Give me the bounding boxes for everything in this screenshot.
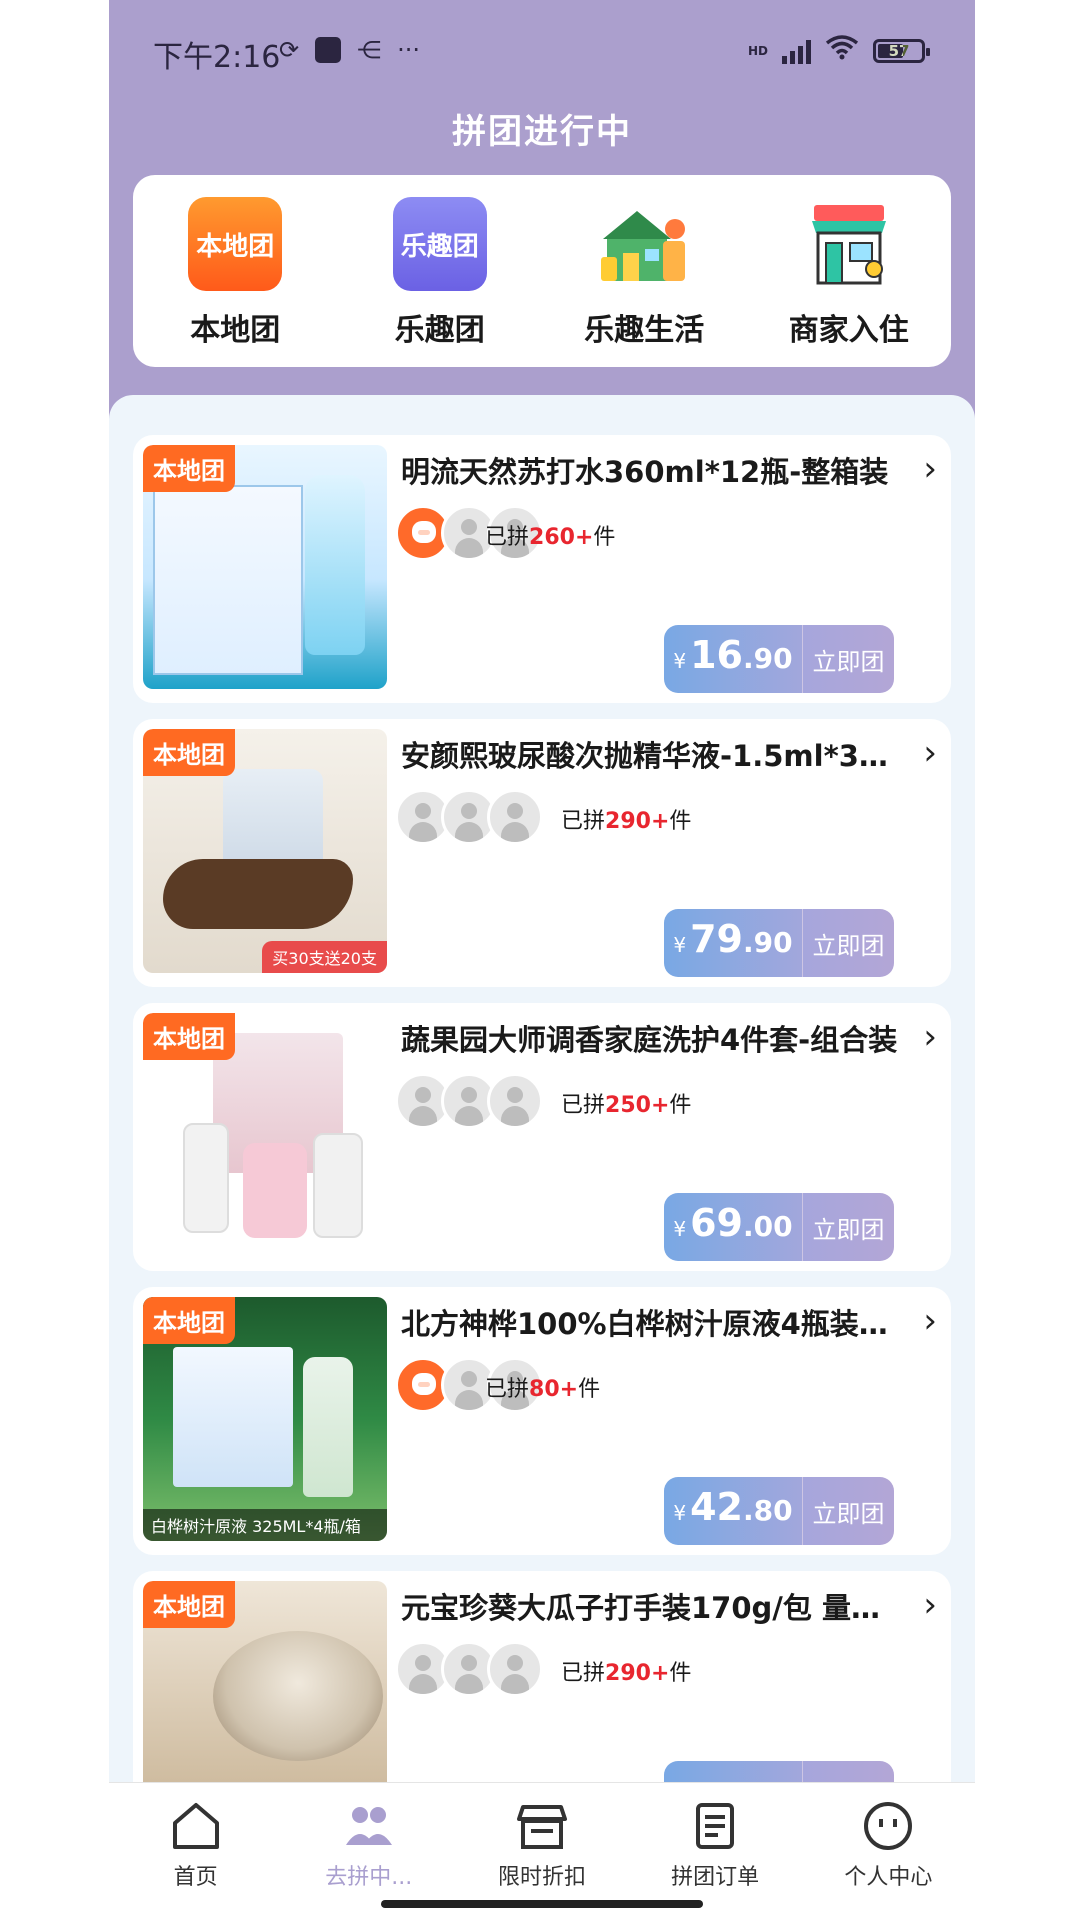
join-group-label: 立即团: [802, 1193, 894, 1261]
avatar-placeholder: [487, 1641, 543, 1697]
local-group-tag: 本地团: [143, 1581, 235, 1628]
status-bar: 下午2:16 ⟳ ⋲ ··· HD 57: [109, 0, 975, 100]
product-card[interactable]: 买30支送20支 本地团 安颜熙玻尿酸次抛精华液-1.5ml*30支 › 已拼2…: [133, 719, 951, 987]
join-group-label: 立即团: [802, 625, 894, 693]
avatar-placeholder: [487, 789, 543, 845]
product-card[interactable]: 白桦树汁原液 325ML*4瓶/箱 本地团 北方神桦100%白桦树汁原液4瓶装礼…: [133, 1287, 951, 1555]
fun-group-icon: 乐趣团: [392, 197, 487, 291]
product-title[interactable]: 安颜熙玻尿酸次抛精华液-1.5ml*30支: [401, 733, 901, 775]
join-group-label: 立即团: [802, 909, 894, 977]
bottom-nav: 首页 去拼中... 限时折扣 拼团订单 个人中心: [109, 1782, 975, 1920]
local-group-tag: 本地团: [143, 1297, 235, 1344]
nav-home[interactable]: 首页: [121, 1799, 271, 1920]
app-notification-icon: [315, 37, 342, 63]
chevron-right-icon[interactable]: ›: [923, 1585, 937, 1625]
nav-label: 拼团订单: [671, 1865, 760, 1890]
category-merchant-entry[interactable]: 商家入住: [769, 197, 929, 349]
hd-label: HD: [747, 43, 768, 58]
sold-count: 已拼250+件: [561, 1093, 692, 1118]
promo-badge: 买30支送20支: [262, 941, 387, 973]
group-icon: [342, 1799, 396, 1853]
group-buy-button[interactable]: ¥79.90 立即团: [664, 909, 894, 977]
image-caption: 白桦树汁原液 325ML*4瓶/箱: [143, 1509, 387, 1541]
nav-profile[interactable]: 个人中心: [813, 1799, 963, 1920]
product-title[interactable]: 明流天然苏打水360ml*12瓶-整箱装: [401, 449, 901, 491]
home-icon: [169, 1799, 223, 1853]
join-group-label: 立即团: [802, 1477, 894, 1545]
fun-life-icon: [597, 197, 691, 291]
nav-label: 首页: [173, 1865, 218, 1890]
local-group-tag: 本地团: [143, 445, 235, 492]
merchant-entry-icon: [802, 197, 896, 291]
price: ¥79.90: [664, 909, 802, 977]
nav-label: 去拼中...: [325, 1865, 413, 1890]
participant-avatars: [395, 789, 543, 845]
sold-count: 已拼80+件: [485, 1377, 601, 1402]
category-card: 本地团 本地团 乐趣团 乐趣团 乐趣生活 商家入住: [133, 175, 951, 367]
share-icon: ⋲: [357, 36, 382, 64]
category-fun-life[interactable]: 乐趣生活: [564, 197, 724, 349]
participant-avatars: [395, 1073, 543, 1129]
local-group-icon: 本地团: [188, 197, 283, 291]
nav-label: 个人中心: [844, 1865, 933, 1890]
sold-count: 已拼290+件: [561, 1661, 692, 1686]
product-card[interactable]: 本地团 蔬果园大师调香家庭洗护4件套-组合装 › 已拼250+件 ¥69.00 …: [133, 1003, 951, 1271]
product-image[interactable]: 白桦树汁原液 325ML*4瓶/箱 本地团: [143, 1297, 387, 1541]
product-title[interactable]: 元宝珍葵大瓜子打手装170g/包 量贩装: [401, 1585, 901, 1627]
battery-level: 57: [888, 41, 910, 60]
product-list: 本地团 明流天然苏打水360ml*12瓶-整箱装 › 已拼260+件 ¥16.9…: [109, 395, 975, 1839]
chevron-right-icon[interactable]: ›: [923, 733, 937, 773]
status-system-icons: HD 57: [747, 34, 930, 67]
order-icon: [688, 1799, 742, 1853]
category-label: 商家入住: [788, 313, 909, 348]
price: ¥42.80: [664, 1477, 802, 1545]
chevron-right-icon[interactable]: ›: [923, 1017, 937, 1057]
price: ¥69.00: [664, 1193, 802, 1261]
chevron-right-icon[interactable]: ›: [923, 449, 937, 489]
more-dots-icon: ···: [397, 36, 420, 64]
group-buy-button[interactable]: ¥16.90 立即团: [664, 625, 894, 693]
signal-icon: [782, 38, 811, 64]
product-image[interactable]: 本地团: [143, 445, 387, 689]
group-buy-button[interactable]: ¥42.80 立即团: [664, 1477, 894, 1545]
store-icon: [515, 1799, 569, 1853]
group-buy-button[interactable]: ¥69.00 立即团: [664, 1193, 894, 1261]
local-group-tag: 本地团: [143, 729, 235, 776]
status-time: 下午2:16: [153, 40, 281, 75]
status-notification-icons: ⟳ ⋲ ···: [279, 36, 420, 64]
category-label: 乐趣团: [394, 313, 485, 348]
category-local-group[interactable]: 本地团 本地团: [155, 197, 315, 349]
sync-icon: ⟳: [279, 36, 300, 64]
nav-label: 限时折扣: [497, 1865, 586, 1890]
local-group-tag: 本地团: [143, 1013, 235, 1060]
product-title[interactable]: 蔬果园大师调香家庭洗护4件套-组合装: [401, 1017, 901, 1059]
product-image[interactable]: 买30支送20支 本地团: [143, 729, 387, 973]
wifi-icon: [825, 34, 859, 67]
chevron-right-icon[interactable]: ›: [923, 1301, 937, 1341]
sold-count: 已拼260+件: [485, 525, 616, 550]
category-fun-group[interactable]: 乐趣团 乐趣团: [360, 197, 520, 349]
page-title: 拼团进行中: [452, 112, 632, 152]
sold-count: 已拼290+件: [561, 809, 692, 834]
avatar-placeholder: [487, 1073, 543, 1129]
participant-avatars: [395, 1641, 543, 1697]
category-label: 本地团: [190, 313, 281, 348]
category-label: 乐趣生活: [584, 313, 705, 348]
profile-icon: [861, 1799, 915, 1853]
battery-icon: 57: [873, 38, 930, 63]
product-card[interactable]: 本地团 明流天然苏打水360ml*12瓶-整箱装 › 已拼260+件 ¥16.9…: [133, 435, 951, 703]
price: ¥16.90: [664, 625, 802, 693]
product-title[interactable]: 北方神桦100%白桦树汁原液4瓶装礼盒: [401, 1301, 901, 1343]
app-screen: 下午2:16 ⟳ ⋲ ··· HD 57 拼团进行中 本地团 本地团 乐趣团 乐…: [109, 0, 975, 1920]
product-image[interactable]: 本地团: [143, 1013, 387, 1257]
home-indicator: [381, 1900, 703, 1908]
